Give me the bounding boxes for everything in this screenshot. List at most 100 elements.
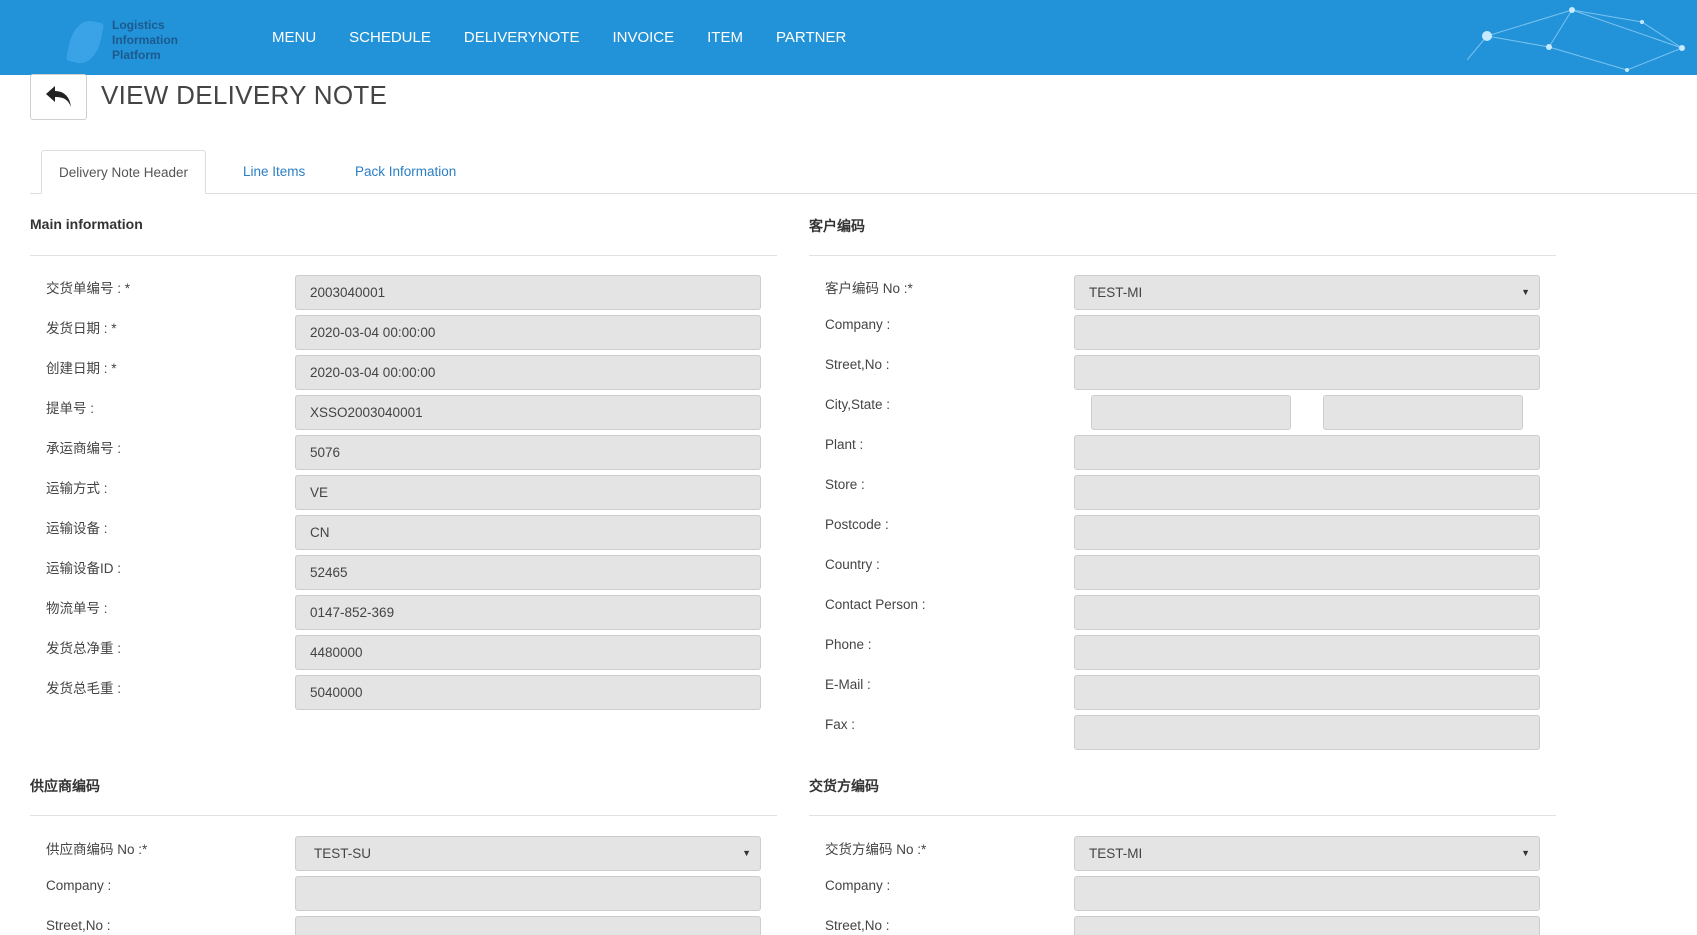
page-title: VIEW DELIVERY NOTE [101, 80, 388, 110]
field-label: 提单号 : [46, 401, 95, 416]
field-label: Phone : [825, 637, 872, 652]
field-label: Fax : [825, 717, 856, 732]
customer-email-field[interactable] [1074, 675, 1540, 710]
form-row: 发货日期 : * 2020-03-04 00:00:00 [46, 315, 761, 351]
gross-weight-field[interactable]: 5040000 [295, 675, 761, 710]
nav-item-item[interactable]: ITEM [707, 29, 743, 46]
section-divider [809, 815, 1556, 816]
field-label: 创建日期 : * [46, 361, 117, 376]
leaf-icon [65, 17, 105, 67]
form-row: 客户编码 No :* TEST-MI ▼ [825, 275, 1540, 311]
consignee-company-field[interactable] [1074, 876, 1540, 911]
customer-company-field[interactable] [1074, 315, 1540, 350]
field-label: 运输方式 : [46, 481, 108, 496]
carrier-number-field[interactable]: 5076 [295, 435, 761, 470]
tracking-number-field[interactable]: 0147-852-369 [295, 595, 761, 630]
supplier-street-field[interactable] [295, 916, 761, 935]
customer-contact-person-field[interactable] [1074, 595, 1540, 630]
transport-equipment-field[interactable]: CN [295, 515, 761, 550]
nav-item-invoice[interactable]: INVOICE [612, 29, 674, 46]
form-row: 承运商编号 : 5076 [46, 435, 761, 471]
field-label: 发货总毛重 : [46, 681, 122, 696]
tab-pack-information[interactable]: Pack Information [338, 150, 473, 194]
main-nav: MENU SCHEDULE DELIVERYNOTE INVOICE ITEM … [272, 0, 879, 75]
consignee-street-field[interactable] [1074, 916, 1540, 935]
field-label: Street,No : [825, 357, 890, 372]
form-row: Country : [825, 555, 1540, 591]
field-label: Country : [825, 557, 880, 572]
form-row: 发货总净重 : 4480000 [46, 635, 761, 671]
customer-city-field[interactable] [1091, 395, 1291, 430]
field-label: 交货单编号 : * [46, 281, 131, 296]
transport-mode-field[interactable]: VE [295, 475, 761, 510]
form-row: 运输方式 : VE [46, 475, 761, 511]
field-label: Company : [825, 878, 891, 893]
field-label: Store : [825, 477, 865, 492]
tab-delivery-note-header[interactable]: Delivery Note Header [41, 150, 207, 194]
logo[interactable]: Logistics Information Platform [65, 16, 198, 67]
nav-item-schedule[interactable]: SCHEDULE [349, 29, 431, 46]
customer-code-select[interactable]: TEST-MI ▼ [1074, 275, 1540, 310]
caret-down-icon: ▼ [1521, 287, 1530, 297]
logo-line-1: Logistics [112, 18, 165, 32]
caret-down-icon: ▼ [1521, 848, 1530, 858]
customer-state-field[interactable] [1323, 395, 1523, 430]
section-title-customer: 客户编码 [809, 218, 865, 234]
customer-street-field[interactable] [1074, 355, 1540, 390]
created-date-field[interactable]: 2020-03-04 00:00:00 [295, 355, 761, 390]
form-row: Postcode : [825, 515, 1540, 551]
form-row: Contact Person : [825, 595, 1540, 631]
top-nav-bar: Logistics Information Platform MENU SCHE… [0, 0, 1697, 75]
supplier-code-select[interactable]: TEST-SU ▼ [295, 836, 761, 871]
customer-plant-field[interactable] [1074, 435, 1540, 470]
form-row: 运输设备 : CN [46, 515, 761, 551]
field-label: 运输设备ID : [46, 561, 122, 576]
form-row: 物流单号 : 0147-852-369 [46, 595, 761, 631]
supplier-company-field[interactable] [295, 876, 761, 911]
form-row: Company : [825, 876, 1540, 912]
nav-item-deliverynote[interactable]: DELIVERYNOTE [464, 29, 580, 46]
customer-store-field[interactable] [1074, 475, 1540, 510]
nav-item-partner[interactable]: PARTNER [776, 29, 846, 46]
form-row: Fax : [825, 715, 1540, 751]
field-label: E-Mail : [825, 677, 871, 692]
field-label: Plant : [825, 437, 864, 452]
form-row: Company : [46, 876, 761, 912]
field-label: 承运商编号 : [46, 441, 122, 456]
field-label: Company : [46, 878, 112, 893]
form-row: 交货方编码 No :* TEST-MI ▼ [825, 836, 1540, 872]
section-divider [30, 255, 777, 256]
field-label: 交货方编码 No :* [825, 842, 927, 857]
ship-date-field[interactable]: 2020-03-04 00:00:00 [295, 315, 761, 350]
net-weight-field[interactable]: 4480000 [295, 635, 761, 670]
customer-postcode-field[interactable] [1074, 515, 1540, 550]
field-label: Company : [825, 317, 891, 332]
field-label: 发货总净重 : [46, 641, 122, 656]
field-label: 物流单号 : [46, 601, 108, 616]
field-label: Postcode : [825, 517, 889, 532]
logo-line-2: Information [112, 33, 178, 47]
back-button[interactable] [30, 74, 87, 120]
form-row: Plant : [825, 435, 1540, 471]
field-label: 供应商编码 No :* [46, 842, 148, 857]
form-row: 发货总毛重 : 5040000 [46, 675, 761, 711]
section-title-supplier: 供应商编码 [30, 778, 100, 794]
form-row: 运输设备ID : 52465 [46, 555, 761, 591]
transport-equipment-id-field[interactable]: 52465 [295, 555, 761, 590]
field-label: 发货日期 : * [46, 321, 117, 336]
consignee-code-select[interactable]: TEST-MI ▼ [1074, 836, 1540, 871]
field-label: 运输设备 : [46, 521, 108, 536]
nav-item-menu[interactable]: MENU [272, 29, 316, 46]
bill-of-lading-field[interactable]: XSSO2003040001 [295, 395, 761, 430]
select-value: TEST-MI [1089, 846, 1143, 861]
customer-fax-field[interactable] [1074, 715, 1540, 750]
field-label: Contact Person : [825, 597, 926, 612]
form-row: City,State : [825, 395, 1540, 431]
customer-phone-field[interactable] [1074, 635, 1540, 670]
customer-country-field[interactable] [1074, 555, 1540, 590]
section-divider [809, 255, 1556, 256]
tab-line-items[interactable]: Line Items [226, 150, 322, 194]
delivery-note-number-field[interactable]: 2003040001 [295, 275, 761, 310]
form-row: Street,No : [825, 355, 1540, 391]
form-row: 创建日期 : * 2020-03-04 00:00:00 [46, 355, 761, 391]
